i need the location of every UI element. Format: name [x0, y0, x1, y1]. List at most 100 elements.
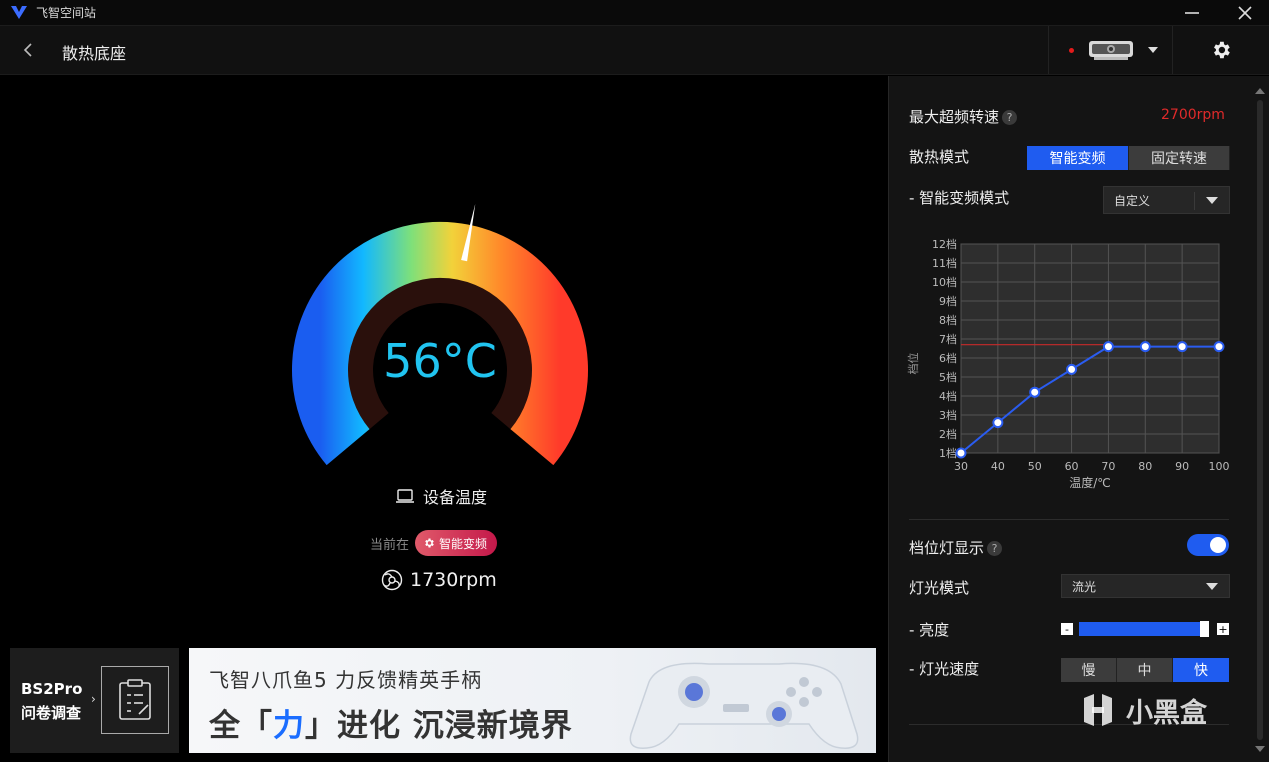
light-speed-medium-button[interactable]: 中 — [1117, 658, 1173, 682]
scroll-up-icon[interactable] — [1255, 88, 1265, 94]
temperature-value: 56°C — [383, 334, 497, 388]
xiaoheihe-logo-icon — [1084, 694, 1112, 726]
chevron-left-icon — [23, 43, 32, 57]
select-separator — [1194, 192, 1195, 210]
chevron-right-icon: › — [91, 692, 96, 706]
chart-y-tick-label: 7档 — [939, 332, 957, 346]
chart-point[interactable] — [955, 447, 967, 459]
brightness-decrease-button[interactable]: - — [1061, 623, 1073, 635]
current-label: 当前在 — [370, 537, 410, 553]
chart-y-tick-label: 2档 — [939, 427, 957, 441]
smart-mode-label: - 智能变频模式 — [909, 189, 1010, 207]
cooling-mode-toggle: 智能变频 固定转速 — [1027, 146, 1230, 170]
device-temperature-label: 设备温度 — [395, 484, 487, 508]
chart-x-tick-label: 70 — [1101, 460, 1115, 473]
panel-scrollbar[interactable] — [1257, 100, 1263, 740]
chart-y-tick-label: 10档 — [932, 275, 957, 289]
close-button[interactable] — [1225, 0, 1265, 25]
ad-slogan: 全「力」进化 沉浸新境界 — [209, 700, 573, 745]
survey-banner[interactable]: BS2Pro 问卷调查 › — [10, 648, 179, 753]
chart-x-tick-label: 30 — [954, 460, 968, 473]
settings-button[interactable] — [1172, 26, 1269, 74]
watermark: 小黑盒 — [1078, 690, 1207, 730]
light-display-toggle[interactable] — [1187, 534, 1229, 556]
fan-speed-row: 1730rpm — [380, 568, 497, 592]
help-icon[interactable]: ? — [987, 541, 1003, 556]
cooling-pad-device-icon — [1089, 41, 1133, 60]
light-mode-value: 流光 — [1072, 579, 1097, 594]
smart-mode-value: 自定义 — [1114, 193, 1151, 208]
survey-title: BS2Pro — [21, 680, 83, 698]
ad-banner[interactable]: 飞智八爪鱼5 力反馈精英手柄 全「力」进化 沉浸新境界 — [189, 648, 876, 753]
chart-x-tick-label: 100 — [1209, 460, 1230, 473]
brightness-slider-handle[interactable] — [1200, 621, 1210, 637]
chart-y-tick-label: 12档 — [932, 237, 957, 251]
fan-speed-value: 1730rpm — [410, 569, 497, 591]
chart-point[interactable] — [1176, 341, 1188, 353]
chart-y-ticks: 1档 2档 3档 4档 5档 6档 7档 8档 9档 10档 11档 12档 — [932, 237, 957, 460]
device-temperature-text: 设备温度 — [423, 488, 488, 507]
chart-point[interactable] — [1213, 341, 1225, 353]
help-icon[interactable]: ? — [1002, 110, 1018, 125]
current-mode-row: 当前在 智能变频 — [370, 530, 498, 556]
minimize-icon — [1185, 11, 1199, 14]
mode-badge: 智能变频 — [415, 530, 498, 556]
chart-x-tick-label: 90 — [1175, 460, 1189, 473]
ad-slogan-a: 全「 — [209, 708, 273, 744]
ad-headline: 飞智八爪鱼5 力反馈精英手柄 — [209, 668, 483, 692]
close-icon — [1238, 5, 1252, 20]
light-display-label: 档位灯显示? — [909, 537, 1003, 558]
app-title: 飞智空间站 — [36, 6, 97, 20]
chart-point[interactable] — [1102, 341, 1114, 353]
cooling-mode-smart-button[interactable]: 智能变频 — [1027, 146, 1129, 170]
laptop-icon — [396, 489, 414, 503]
app-logo-icon — [11, 5, 27, 19]
chart-x-ticks: 30 40 50 60 70 80 90 100 — [954, 460, 1230, 473]
chart-x-tick-label: 40 — [991, 460, 1005, 473]
brightness-label: - 亮度 — [909, 621, 950, 639]
chart-point[interactable] — [992, 417, 1004, 429]
light-mode-select[interactable]: 流光 — [1061, 574, 1230, 598]
gamepad-image — [629, 662, 859, 749]
chart-y-tick-label: 6档 — [939, 351, 957, 365]
cooling-mode-fixed-button[interactable]: 固定转速 — [1129, 146, 1230, 170]
section-divider — [909, 519, 1229, 520]
chart-y-tick-label: 11档 — [932, 256, 957, 270]
chart-y-tick-label: 1档 — [939, 446, 957, 460]
chart-y-label: 档位 — [906, 353, 920, 375]
light-speed-fast-button[interactable]: 快 — [1173, 658, 1229, 682]
title-bar: 飞智空间站 — [0, 0, 1269, 25]
brightness-increase-button[interactable]: + — [1217, 623, 1229, 635]
clipboard-icon — [101, 666, 169, 734]
brightness-slider[interactable] — [1079, 621, 1210, 637]
light-mode-label: 灯光模式 — [909, 579, 970, 597]
chart-point[interactable] — [1066, 363, 1078, 375]
temperature-gauge: 56°C — [280, 180, 600, 510]
mode-badge-text: 智能变频 — [439, 536, 488, 551]
settings-panel: 最大超频转速? 2700rpm 散热模式 智能变频 固定转速 - 智能变频模式 … — [888, 76, 1269, 762]
survey-subtitle: 问卷调查 — [21, 704, 82, 722]
fan-icon — [381, 569, 403, 591]
chevron-down-icon — [1206, 583, 1218, 590]
light-speed-label: - 灯光速度 — [909, 660, 980, 678]
watermark-text: 小黑盒 — [1126, 697, 1207, 729]
minimize-button[interactable] — [1172, 0, 1212, 25]
chart-y-tick-label: 9档 — [939, 294, 957, 308]
chart-point[interactable] — [1139, 341, 1151, 353]
chart-point[interactable] — [1029, 386, 1041, 398]
chart-y-tick-label: 5档 — [939, 370, 957, 384]
device-switcher[interactable] — [1048, 26, 1172, 74]
status-dot — [1069, 47, 1074, 53]
back-button[interactable] — [16, 38, 40, 62]
max-speed-value: 2700rpm — [1161, 107, 1225, 123]
chart-y-tick-label: 4档 — [939, 389, 957, 403]
ad-slogan-accent: 力 — [273, 708, 305, 744]
header: 散热底座 — [0, 25, 1269, 75]
smart-mode-select[interactable]: 自定义 — [1103, 186, 1230, 214]
light-speed-slow-button[interactable]: 慢 — [1061, 658, 1117, 682]
chevron-down-icon — [1206, 197, 1218, 204]
scroll-down-icon[interactable] — [1255, 746, 1265, 752]
fan-curve-chart[interactable]: 1档 2档 3档 4档 5档 6档 7档 8档 9档 10档 11档 12档 30 40 50 60 70 80… — [903, 232, 1233, 494]
chart-x-tick-label: 50 — [1028, 460, 1042, 473]
ad-slogan-b: 」进化 沉浸新境界 — [305, 708, 573, 744]
